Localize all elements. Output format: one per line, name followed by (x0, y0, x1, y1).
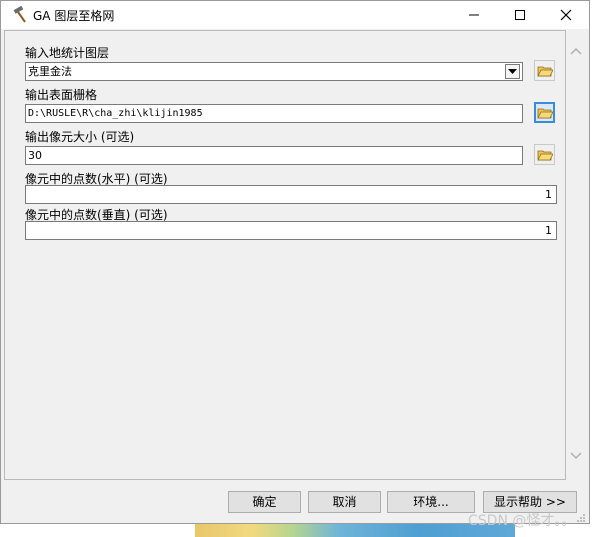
window-title: GA 图层至格网 (33, 9, 115, 23)
title-bar: GA 图层至格网 (1, 1, 589, 29)
ok-button[interactable]: 确定 (228, 491, 301, 513)
watermark: CSDN @怪才。。 (468, 513, 576, 529)
hammer-icon (13, 6, 26, 23)
open-folder-icon (536, 108, 553, 118)
close-button[interactable] (543, 1, 589, 29)
chevron-down-icon[interactable] (570, 452, 582, 460)
open-folder-icon (536, 150, 553, 160)
open-folder-icon (536, 66, 553, 76)
chevron-up-icon[interactable] (570, 47, 582, 55)
cancel-button[interactable]: 取消 (308, 491, 381, 513)
chevron-down-icon[interactable] (505, 64, 520, 79)
browse-input-layer-button[interactable] (534, 60, 555, 81)
browse-cell-size-button[interactable] (534, 144, 555, 165)
points-vertical-value: 1 (545, 224, 552, 237)
minimize-button[interactable] (451, 1, 497, 29)
parameters-panel: 输入地统计图层 克里金法 输出表面栅格 D:\RUSLE\R\cha_zhi\k… (4, 30, 566, 480)
close-icon (560, 9, 572, 21)
environments-button[interactable]: 环境... (387, 491, 475, 513)
input-layer-value: 克里金法 (28, 65, 72, 78)
output-raster-value: D:\RUSLE\R\cha_zhi\klijin1985 (28, 108, 203, 119)
output-raster-label: 输出表面栅格 (25, 88, 98, 102)
maximize-button[interactable] (497, 1, 543, 29)
points-vertical-input[interactable]: 1 (25, 221, 557, 240)
points-horizontal-input[interactable]: 1 (25, 185, 557, 204)
dialog-window: GA 图层至格网 输入地统计图层 克里金法 输出表面栅格 D:\RUSLE\R\… (0, 0, 590, 524)
minimize-icon (469, 14, 479, 16)
maximize-icon (515, 10, 525, 20)
points-horizontal-value: 1 (545, 188, 552, 201)
input-layer-combobox[interactable]: 克里金法 (25, 62, 523, 81)
cell-size-input[interactable]: 30 (25, 146, 523, 165)
browse-output-raster-button[interactable] (534, 102, 555, 123)
resize-grip-icon[interactable] (576, 513, 586, 523)
input-layer-label: 输入地统计图层 (25, 46, 110, 60)
cell-size-label: 输出像元大小 (可选) (25, 130, 135, 144)
vertical-scrollbar[interactable] (566, 30, 586, 480)
background-map-strip (195, 524, 515, 537)
cell-size-value: 30 (28, 149, 42, 162)
output-raster-input[interactable]: D:\RUSLE\R\cha_zhi\klijin1985 (25, 104, 523, 123)
